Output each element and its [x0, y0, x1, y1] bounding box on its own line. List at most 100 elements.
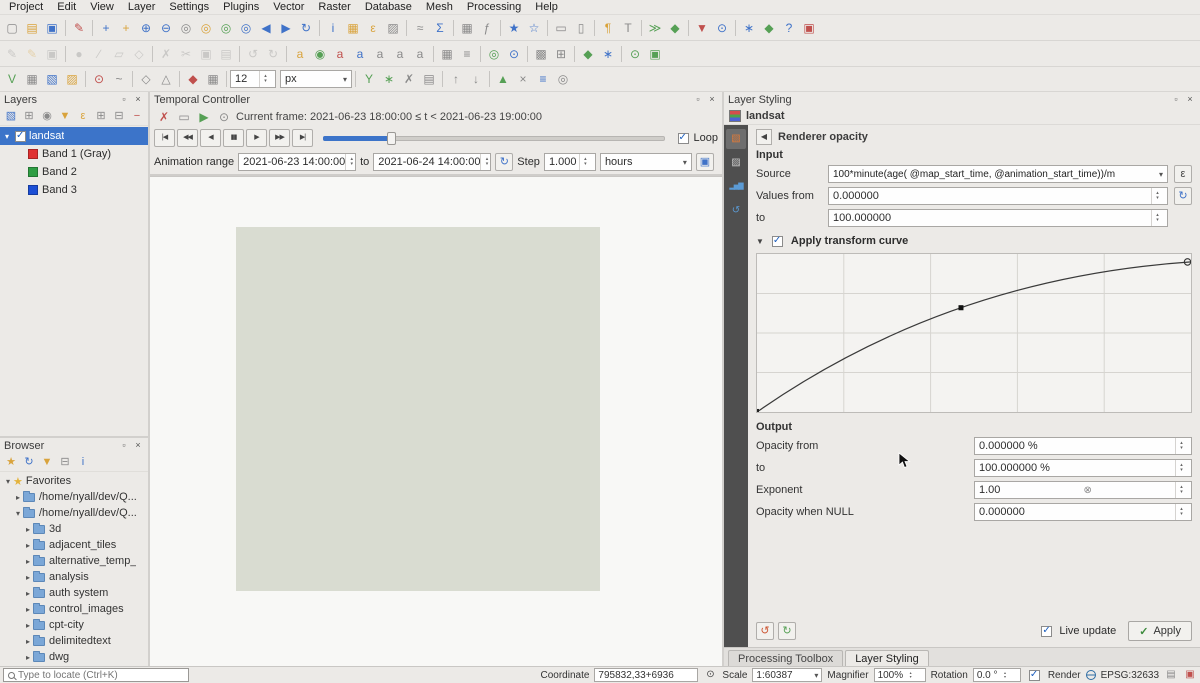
add-mesh-layer-icon[interactable]: ▧ — [43, 70, 61, 88]
mesh-calculator-icon[interactable]: ▤ — [420, 70, 438, 88]
expander-icon[interactable]: ▸ — [23, 605, 33, 614]
undo-style-icon[interactable]: ↺ — [756, 622, 774, 640]
browser-add-favorite-icon[interactable]: ★ — [3, 454, 19, 470]
layer-item[interactable]: Band 2 — [0, 163, 148, 181]
symbol-tree-icon[interactable]: ∗ — [380, 70, 398, 88]
browser-properties-icon[interactable]: i — [75, 454, 91, 470]
frame-forward-button[interactable]: ▶▶ — [269, 129, 290, 147]
zoom-full-icon[interactable]: ◎ — [197, 19, 215, 37]
new-project-icon[interactable]: ▢ — [3, 19, 21, 37]
pause-button[interactable]: ▮▮ — [223, 129, 244, 147]
save-project-icon[interactable]: ▣ — [43, 19, 61, 37]
open-project-icon[interactable]: ▤ — [23, 19, 41, 37]
expander-icon[interactable]: ▸ — [23, 573, 33, 582]
menu-edit[interactable]: Edit — [50, 1, 83, 13]
browser-item[interactable]: ▸control_images — [0, 601, 148, 617]
opacity-from-spinner[interactable]: ▴▾ — [1175, 438, 1187, 454]
metasearch-icon[interactable]: ◎ — [485, 45, 503, 63]
add-group-icon[interactable]: ⊞ — [21, 108, 37, 124]
new-bookmark-icon[interactable]: ★ — [505, 19, 523, 37]
expander-icon[interactable]: ▾ — [13, 509, 23, 518]
browser-collapse-icon[interactable]: ⊟ — [57, 454, 73, 470]
map-canvas[interactable] — [150, 176, 722, 666]
snapping-icon[interactable]: ⊙ — [90, 70, 108, 88]
menu-plugins[interactable]: Plugins — [216, 1, 266, 13]
browser-item[interactable]: ▸dwg — [0, 649, 148, 665]
browser-item[interactable]: ▸embedded_... — [0, 665, 148, 666]
menu-help[interactable]: Help — [528, 1, 565, 13]
add-raster-layer-icon[interactable]: ▦ — [23, 70, 41, 88]
plugins-icon[interactable]: ◆ — [666, 19, 684, 37]
collapse-triangle-icon[interactable]: ▼ — [756, 237, 764, 246]
collapse-all-icon[interactable]: ⊟ — [111, 108, 127, 124]
menu-raster[interactable]: Raster — [311, 1, 357, 13]
menu-view[interactable]: View — [83, 1, 121, 13]
field-calculator-icon[interactable]: ƒ — [478, 19, 496, 37]
menu-vector[interactable]: Vector — [266, 1, 311, 13]
processing-toolbox-icon[interactable]: ∗ — [740, 19, 758, 37]
export-animation-icon[interactable]: ▣ — [696, 153, 714, 171]
frame-back-button[interactable]: ◀◀ — [177, 129, 198, 147]
step-field[interactable]: 1.000 ▴▾ — [544, 153, 596, 171]
clock-icon[interactable]: ⊙ — [215, 108, 233, 126]
messages-icon[interactable]: ▣ — [1183, 668, 1197, 682]
skip-end-button[interactable]: ▶| — [292, 129, 313, 147]
back-icon[interactable]: ◀ — [756, 129, 772, 145]
browser-item[interactable]: ▾/home/nyall/dev/Q... — [0, 505, 148, 521]
pan-map-icon[interactable]: + — [97, 19, 115, 37]
browser-refresh-icon[interactable]: ↻ — [21, 454, 37, 470]
move-up-icon[interactable]: ↑ — [447, 70, 465, 88]
float-panel-icon[interactable]: ▫ — [118, 440, 130, 452]
osm-icon[interactable]: ⊙ — [626, 45, 644, 63]
browser-item[interactable]: ▸analysis — [0, 569, 148, 585]
scale-bar-icon[interactable]: ≡ — [458, 45, 476, 63]
zoom-in-icon[interactable]: ⊕ — [137, 19, 155, 37]
redo-style-icon[interactable]: ↻ — [778, 622, 796, 640]
font-size-spinner[interactable]: ▴▾ — [259, 71, 271, 87]
values-from-field[interactable]: 0.000000 ▴▾ — [828, 187, 1168, 205]
layout-manager-icon[interactable]: ▯ — [572, 19, 590, 37]
temporal-panel-icon[interactable]: ⊙ — [713, 19, 731, 37]
exponent-spinner[interactable]: ▴▾ — [1175, 482, 1187, 498]
expression-builder-icon[interactable]: ε — [1174, 165, 1192, 183]
layer-item[interactable]: Band 1 (Gray) — [0, 145, 148, 163]
pan-to-selection-icon[interactable]: + — [117, 19, 135, 37]
range-end-spinner[interactable]: ▴▾ — [480, 154, 491, 170]
text-color-icon[interactable]: ◆ — [184, 70, 202, 88]
expander-icon[interactable]: ▸ — [23, 621, 33, 630]
browser-item[interactable]: ▸cpt-city — [0, 617, 148, 633]
browser-item[interactable]: ▸adjacent_tiles — [0, 537, 148, 553]
float-panel-icon[interactable]: ▫ — [1170, 94, 1182, 106]
skip-start-button[interactable]: |◀ — [154, 129, 175, 147]
zoom-native-icon[interactable]: ◎ — [177, 19, 195, 37]
tab-layer-styling[interactable]: Layer Styling — [845, 650, 929, 666]
expander-icon[interactable]: ▸ — [23, 525, 33, 534]
expander-icon[interactable]: ▸ — [23, 589, 33, 598]
tracing-icon[interactable]: ~ — [110, 70, 128, 88]
history-tab-icon[interactable]: ↺ — [726, 201, 746, 221]
fetch-values-icon[interactable]: ↻ — [1174, 187, 1192, 205]
coordinate-field[interactable]: 795832,33+6936 — [594, 668, 698, 682]
move-label-icon[interactable]: a — [371, 45, 389, 63]
layer-item[interactable]: ▾landsat — [0, 127, 148, 145]
play-backward-button[interactable]: ◀ — [200, 129, 221, 147]
step-unit-combo[interactable]: hours ▾ — [600, 153, 692, 171]
advanced-digitizing-icon[interactable]: ◇ — [137, 70, 155, 88]
zoom-last-icon[interactable]: ◀ — [257, 19, 275, 37]
style-copy-icon[interactable]: Y — [360, 70, 378, 88]
rotation-spinner[interactable]: ▴▾ — [1001, 669, 1010, 681]
python-console-icon[interactable]: ≫ — [646, 19, 664, 37]
layer-stack-icon[interactable]: ≡ — [534, 70, 552, 88]
layer-labeling-icon[interactable]: a — [291, 45, 309, 63]
render-checkbox[interactable] — [1029, 670, 1040, 681]
map-tips-icon[interactable]: ¶ — [599, 19, 617, 37]
show-bookmarks-icon[interactable]: ☆ — [525, 19, 543, 37]
close-panel-icon[interactable]: × — [1184, 94, 1196, 106]
range-start-field[interactable]: 2021-06-23 14:00:00 ▴▾ — [238, 153, 356, 171]
grass-region-icon[interactable]: ◆ — [579, 45, 597, 63]
remove-layer-icon[interactable]: − — [129, 108, 145, 124]
menu-layer[interactable]: Layer — [121, 1, 163, 13]
menu-project[interactable]: Project — [2, 1, 50, 13]
geocoder-icon[interactable]: ⊙ — [505, 45, 523, 63]
log-icon[interactable]: ▣ — [800, 19, 818, 37]
